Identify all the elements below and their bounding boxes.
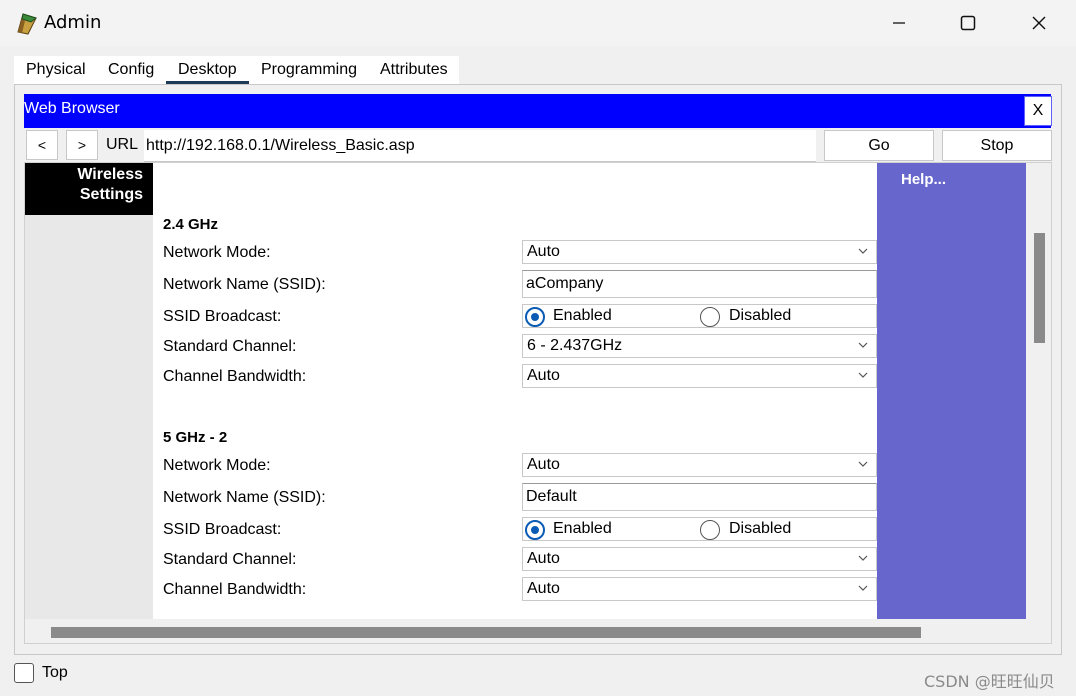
standard-channel-label: Standard Channel: <box>163 551 297 568</box>
ssid-input-5ghz[interactable] <box>522 483 877 511</box>
ssid-broadcast-group-5ghz: Enabled Disabled <box>522 517 877 541</box>
chevron-down-icon <box>858 342 868 348</box>
vertical-scrollbar[interactable] <box>1027 163 1051 619</box>
network-mode-label: Network Mode: <box>163 244 271 261</box>
channel-bandwidth-select-2-4ghz[interactable]: Auto <box>522 364 877 388</box>
radio-enabled-2-4ghz[interactable] <box>525 307 545 327</box>
tab-desktop[interactable]: Desktop <box>166 56 249 84</box>
tab-physical[interactable]: Physical <box>14 56 98 84</box>
minimize-button[interactable] <box>876 8 922 38</box>
close-icon <box>1032 16 1046 30</box>
web-browser-title: Web Browser <box>24 100 120 117</box>
watermark: CSDN @旺旺仙贝 <box>924 672 1055 691</box>
channel-bandwidth-select-5ghz[interactable]: Auto <box>522 577 877 601</box>
window-title: Admin <box>44 12 102 33</box>
back-button[interactable]: < <box>26 130 58 160</box>
help-link[interactable]: Help... <box>901 171 946 188</box>
horizontal-scrollbar-thumb[interactable] <box>51 627 921 638</box>
ssid-input-2-4ghz[interactable] <box>522 270 877 298</box>
standard-channel-value: 6 - 2.437GHz <box>527 337 623 354</box>
ssid-broadcast-label: SSID Broadcast: <box>163 521 282 538</box>
go-button[interactable]: Go <box>824 130 934 161</box>
tab-attributes[interactable]: Attributes <box>368 56 460 84</box>
sidebar-title-line2: Settings <box>79 186 143 203</box>
chevron-down-icon <box>858 248 868 254</box>
top-checkbox-label: Top <box>42 664 68 681</box>
url-input[interactable] <box>144 130 816 162</box>
top-checkbox[interactable] <box>14 663 34 683</box>
standard-channel-value: Auto <box>527 550 560 567</box>
maximize-icon <box>960 15 976 31</box>
radio-disabled-label: Disabled <box>729 307 792 324</box>
tab-config[interactable]: Config <box>96 56 166 84</box>
radio-disabled-2-4ghz[interactable] <box>700 307 720 327</box>
close-window-button[interactable] <box>1016 8 1062 38</box>
channel-bandwidth-value: Auto <box>527 580 560 597</box>
radio-enabled-label: Enabled <box>553 307 612 324</box>
chevron-down-icon <box>858 461 868 467</box>
sidebar-title: Wireless Settings <box>25 165 143 205</box>
ssid-broadcast-group-2-4ghz: Enabled Disabled <box>522 304 877 328</box>
chevron-down-icon <box>858 372 868 378</box>
radio-disabled-label: Disabled <box>729 520 792 537</box>
sidebar-title-line1: Wireless <box>77 166 143 183</box>
minimize-icon <box>893 22 905 24</box>
page-sidebar <box>25 215 153 619</box>
section-title-2-4ghz: 2.4 GHz <box>163 216 219 233</box>
close-browser-button[interactable]: X <box>1024 96 1052 126</box>
standard-channel-select-5ghz[interactable]: Auto <box>522 547 877 571</box>
section-title-5ghz-2: 5 GHz - 2 <box>163 429 228 446</box>
maximize-button[interactable] <box>945 8 991 38</box>
network-mode-value: Auto <box>527 456 560 473</box>
radio-enabled-5ghz[interactable] <box>525 520 545 540</box>
chevron-down-icon <box>858 555 868 561</box>
channel-bandwidth-value: Auto <box>527 367 560 384</box>
device-tab-bar: Physical Config Desktop Programming Attr… <box>14 56 459 84</box>
network-mode-select-2-4ghz[interactable]: Auto <box>522 240 877 264</box>
standard-channel-label: Standard Channel: <box>163 338 297 355</box>
chevron-down-icon <box>858 585 868 591</box>
web-browser-header <box>24 94 1051 128</box>
forward-button[interactable]: > <box>66 130 98 160</box>
url-label: URL <box>106 136 139 153</box>
vertical-scrollbar-thumb[interactable] <box>1034 233 1045 343</box>
network-mode-select-5ghz[interactable]: Auto <box>522 453 877 477</box>
standard-channel-select-2-4ghz[interactable]: 6 - 2.437GHz <box>522 334 877 358</box>
ssid-label: Network Name (SSID): <box>163 489 326 506</box>
ssid-broadcast-label: SSID Broadcast: <box>163 308 282 325</box>
radio-disabled-5ghz[interactable] <box>700 520 720 540</box>
help-panel <box>877 163 1026 619</box>
stop-button[interactable]: Stop <box>942 130 1052 161</box>
tab-programming[interactable]: Programming <box>249 56 369 84</box>
ssid-label: Network Name (SSID): <box>163 276 326 293</box>
channel-bandwidth-label: Channel Bandwidth: <box>163 581 307 598</box>
network-mode-value: Auto <box>527 243 560 260</box>
packet-tracer-app-icon <box>14 10 40 36</box>
network-mode-label: Network Mode: <box>163 457 271 474</box>
radio-enabled-label: Enabled <box>553 520 612 537</box>
channel-bandwidth-label: Channel Bandwidth: <box>163 368 307 385</box>
